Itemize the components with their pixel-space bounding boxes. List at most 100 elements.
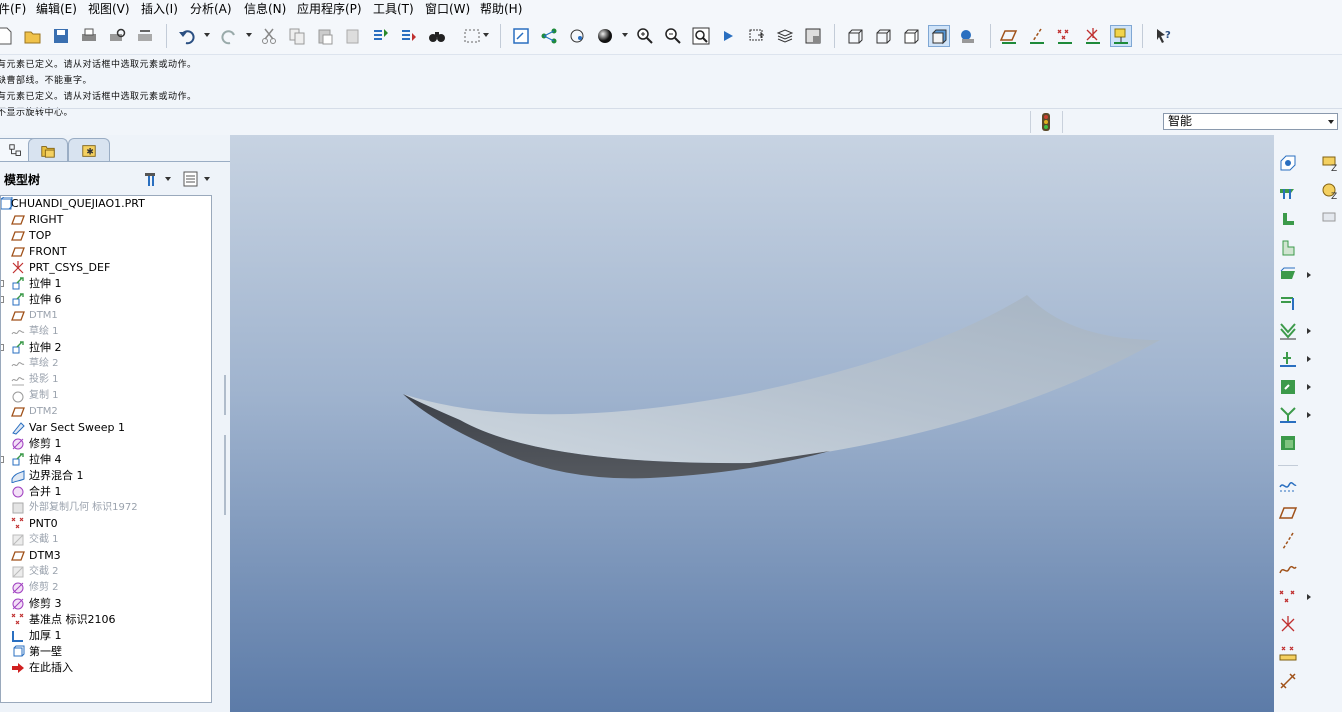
csys-display-icon[interactable] [1082,25,1104,47]
tree-item[interactable]: 外部复制几何 标识1972 [1,500,211,516]
analysis-tool-icon[interactable] [1276,641,1300,665]
chamfer-icon[interactable] [1276,291,1300,315]
placement-icon[interactable]: Z [1318,151,1342,175]
tree-item[interactable]: DTM2 [1,404,211,420]
shell-icon[interactable] [1276,179,1300,203]
copy-icon[interactable] [286,25,308,47]
reorient-icon[interactable] [718,25,740,47]
tree-item[interactable]: 交截 2 [1,564,211,580]
print-icon[interactable] [78,25,100,47]
orient-mode-icon[interactable] [566,25,588,47]
menu-applications[interactable]: 应用程序(P) [297,1,362,17]
mirror-dropdown[interactable] [1307,356,1311,362]
datum-curve-tool-icon[interactable] [1276,557,1300,581]
tree-item[interactable]: 第一壁 [1,644,211,660]
tab-favorites[interactable]: ✱ [68,138,110,162]
model-tree[interactable]: CHUANDI_QUEJIAO1.PRT RIGHT TOP FRONT PRT_CSY… [0,195,212,703]
graphics-viewport[interactable] [230,135,1274,712]
rib-icon[interactable] [1276,207,1300,231]
tree-item[interactable]: 基准点 标识2106 [1,612,211,628]
tree-item[interactable]: 交截 1 [1,532,211,548]
tree-item[interactable]: 拉伸 2 [1,340,211,356]
pattern-dropdown[interactable] [1307,328,1311,334]
datum-point-dropdown[interactable] [1307,594,1311,600]
tree-item[interactable]: FRONT [1,244,211,260]
show-dropdown[interactable] [204,177,210,181]
merge-dropdown[interactable] [1307,412,1311,418]
tree-item[interactable]: 修剪 3 [1,596,211,612]
tree-settings-icon[interactable] [142,169,162,189]
hidden-line-icon[interactable] [872,25,894,47]
menu-view[interactable]: 视图(V) [88,1,130,17]
model-display-icon[interactable] [956,25,978,47]
round-icon[interactable] [1276,263,1300,287]
tree-item[interactable]: 在此插入 [1,660,211,676]
expand-toggle-icon[interactable] [1,344,4,351]
draft-icon[interactable] [1276,235,1300,259]
refit-icon[interactable] [690,25,712,47]
datum-plane-display-icon[interactable] [998,25,1020,47]
expand-toggle-icon[interactable] [1,456,4,463]
datum-plane-tool-icon[interactable] [1276,501,1300,525]
tree-item[interactable]: 复制 1 [1,388,211,404]
layers-icon[interactable] [774,25,796,47]
spin-center-icon[interactable] [538,25,560,47]
hole-icon[interactable] [1276,151,1300,175]
pattern-icon[interactable] [1276,319,1300,343]
context-help-icon[interactable]: ? [1152,25,1174,47]
tree-item[interactable]: TOP [1,228,211,244]
select-dropdown[interactable] [483,33,489,37]
expand-toggle-icon[interactable] [1,296,4,303]
surface-model[interactable] [230,135,1274,712]
selection-filter-select[interactable]: 智能 [1163,113,1338,130]
regenerate-manager-icon[interactable] [398,25,420,47]
traffic-light-icon[interactable] [1040,113,1052,131]
extend-icon[interactable] [1276,375,1300,399]
tree-item[interactable]: 修剪 1 [1,436,211,452]
redo-icon[interactable] [218,25,240,47]
paste-icon[interactable] [314,25,336,47]
print-preview-icon[interactable] [106,25,128,47]
undo-dropdown[interactable] [204,33,210,37]
tree-item[interactable]: 拉伸 6 [1,292,211,308]
tree-item[interactable]: RIGHT [1,212,211,228]
saved-views-icon[interactable] [746,25,768,47]
tree-item[interactable]: 草绘 2 [1,356,211,372]
tree-item[interactable]: CHUANDI_QUEJIAO1.PRT [1,196,211,212]
open-folder-icon[interactable] [22,25,44,47]
wireframe-icon[interactable] [844,25,866,47]
extend-dropdown[interactable] [1307,384,1311,390]
display-style-dropdown[interactable] [622,33,628,37]
mirror-icon[interactable] [1276,347,1300,371]
sketch-tool-icon[interactable] [1276,473,1300,497]
menu-window[interactable]: 窗口(W) [425,1,470,17]
tree-item[interactable]: 加厚 1 [1,628,211,644]
tree-item[interactable]: 投影 1 [1,372,211,388]
tree-item[interactable]: Var Sect Sweep 1 [1,420,211,436]
datum-point-tool-icon[interactable] [1276,585,1300,609]
tree-item[interactable]: PNT0 [1,516,211,532]
datum-axis-tool-icon[interactable] [1276,529,1300,553]
datum-axis-display-icon[interactable] [1026,25,1048,47]
repaint-icon[interactable] [510,25,532,47]
menu-help[interactable]: 帮助(H) [480,1,522,17]
panel-sash[interactable] [222,325,228,525]
menu-insert[interactable]: 插入(I) [141,1,178,17]
undo-icon[interactable] [176,25,198,47]
menu-tools[interactable]: 工具(T) [373,1,414,17]
round-dropdown[interactable] [1307,272,1311,278]
tree-item[interactable]: DTM3 [1,548,211,564]
tree-settings-dropdown[interactable] [165,177,171,181]
tree-item[interactable]: 修剪 2 [1,580,211,596]
tree-item[interactable]: 合并 1 [1,484,211,500]
menu-edit[interactable]: 编辑(E) [36,1,77,17]
view-manager-icon[interactable] [802,25,824,47]
regenerate-icon[interactable] [370,25,392,47]
annotation-display-icon[interactable] [1110,25,1132,47]
note-icon[interactable] [1318,207,1342,231]
no-hidden-icon[interactable] [900,25,922,47]
publish-geometry-icon[interactable] [1276,669,1300,693]
tree-item[interactable]: 拉伸 1 [1,276,211,292]
expand-toggle-icon[interactable] [1,280,4,287]
tree-item[interactable]: PRT_CSYS_DEF [1,260,211,276]
